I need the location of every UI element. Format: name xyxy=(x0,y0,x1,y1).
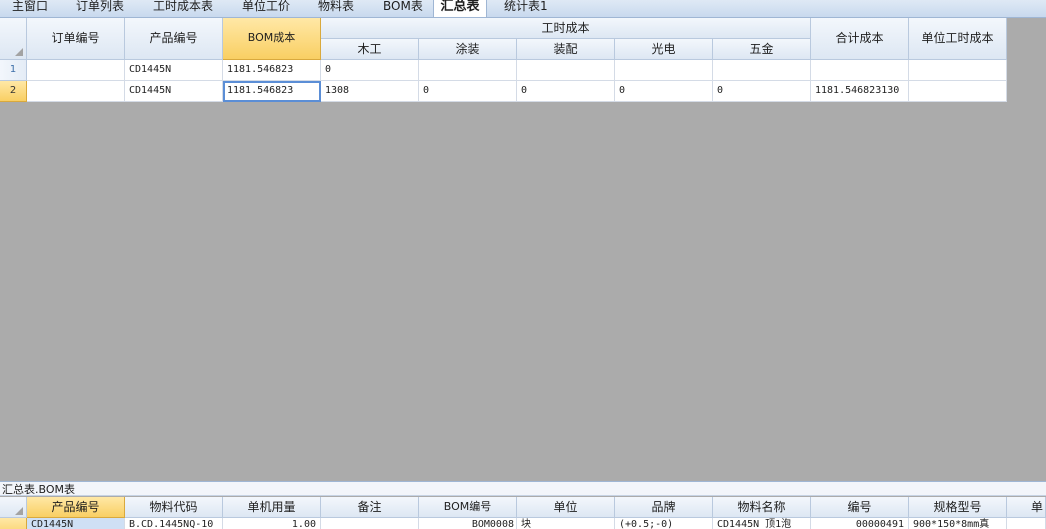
cell-total-cost[interactable]: 1181.546823130 xyxy=(811,81,909,102)
bom-select-all-corner[interactable] xyxy=(0,497,27,518)
tab-material-table[interactable]: 物料表 xyxy=(318,0,354,17)
cell-paint[interactable] xyxy=(419,60,517,81)
col-header-labor-cost-group: 工时成本 xyxy=(321,18,811,39)
bom-col-header-number[interactable]: 编号 xyxy=(811,497,909,518)
col-header-hardware[interactable]: 五金 xyxy=(713,39,811,60)
bom-col-header-unit-usage[interactable]: 单机用量 xyxy=(223,497,321,518)
row-header-2[interactable]: 2 xyxy=(0,81,27,102)
bom-cell-number[interactable]: 00000491 xyxy=(811,518,909,529)
cell-unit-labor-cost[interactable] xyxy=(909,60,1007,81)
col-header-optoelectronic[interactable]: 光电 xyxy=(615,39,713,60)
bom-row-header-1[interactable] xyxy=(0,518,27,529)
col-header-paint[interactable]: 涂装 xyxy=(419,39,517,60)
cell-order-no[interactable] xyxy=(27,60,125,81)
bom-col-header-spec[interactable]: 规格型号 xyxy=(909,497,1007,518)
cell-optoelectronic[interactable] xyxy=(615,60,713,81)
cell-wood[interactable]: 0 xyxy=(321,60,419,81)
col-header-total-cost[interactable]: 合计成本 xyxy=(811,18,909,60)
cell-hardware[interactable]: 0 xyxy=(713,81,811,102)
tab-main-window[interactable]: 主窗口 xyxy=(12,0,48,17)
tab-bom-table[interactable]: BOM表 xyxy=(383,0,423,17)
bom-col-header-unit[interactable]: 单位 xyxy=(517,497,615,518)
bom-col-header-bom-no[interactable]: BOM编号 xyxy=(419,497,517,518)
tab-unit-price[interactable]: 单位工价 xyxy=(242,0,290,17)
cell-wood[interactable]: 1308 xyxy=(321,81,419,102)
tab-summary-table[interactable]: 汇总表 xyxy=(433,0,487,17)
cell-bom-cost[interactable]: 1181.546823 xyxy=(223,60,321,81)
tab-order-list[interactable]: 订单列表 xyxy=(76,0,124,17)
cell-hardware[interactable] xyxy=(713,60,811,81)
cell-bom-cost-active[interactable]: 1181.546823 xyxy=(223,81,321,102)
col-header-assembly[interactable]: 装配 xyxy=(517,39,615,60)
bom-col-header-truncated[interactable]: 单 xyxy=(1007,497,1046,518)
cell-assembly[interactable]: 0 xyxy=(517,81,615,102)
bom-cell-brand[interactable]: (+0.5;-0) xyxy=(615,518,713,529)
tab-statistics-1[interactable]: 统计表1 xyxy=(504,0,548,17)
bom-cell-material-name[interactable]: CD1445N 顶1泡 xyxy=(713,518,811,529)
tab-labor-cost-table[interactable]: 工时成本表 xyxy=(153,0,213,17)
bom-cell-material-code[interactable]: B.CD.1445NQ-10 xyxy=(125,518,223,529)
bom-col-header-brand[interactable]: 品牌 xyxy=(615,497,713,518)
bom-panel-title: 汇总表.BOM表 xyxy=(0,481,1046,496)
bom-col-header-material-name[interactable]: 物料名称 xyxy=(713,497,811,518)
col-header-wood[interactable]: 木工 xyxy=(321,39,419,60)
col-header-product-no[interactable]: 产品编号 xyxy=(125,18,223,60)
col-header-order-no[interactable]: 订单编号 xyxy=(27,18,125,60)
cell-paint[interactable]: 0 xyxy=(419,81,517,102)
bom-col-header-remark[interactable]: 备注 xyxy=(321,497,419,518)
bom-cell-truncated[interactable] xyxy=(1007,518,1046,529)
cell-optoelectronic[interactable]: 0 xyxy=(615,81,713,102)
cell-total-cost[interactable] xyxy=(811,60,909,81)
cell-order-no[interactable] xyxy=(27,81,125,102)
cell-unit-labor-cost[interactable] xyxy=(909,81,1007,102)
col-header-bom-cost[interactable]: BOM成本 xyxy=(223,18,321,60)
cell-assembly[interactable] xyxy=(517,60,615,81)
select-all-corner[interactable] xyxy=(0,18,27,60)
bom-cell-unit-usage[interactable]: 1.00 xyxy=(223,518,321,529)
cell-product-no[interactable]: CD1445N xyxy=(125,81,223,102)
row-header-1[interactable]: 1 xyxy=(0,60,27,81)
bom-cell-product-no[interactable]: CD1445N xyxy=(27,518,125,529)
bom-cell-remark[interactable] xyxy=(321,518,419,529)
bom-col-header-product-no[interactable]: 产品编号 xyxy=(27,497,125,518)
bom-grid: 产品编号 物料代码 单机用量 备注 BOM编号 单位 品牌 物料名称 编号 规格… xyxy=(0,497,1046,529)
bom-cell-spec[interactable]: 900*150*8mm真 xyxy=(909,518,1007,529)
tab-bar: 主窗口 订单列表 工时成本表 单位工价 物料表 BOM表 汇总表 统计表1 xyxy=(0,0,1046,18)
col-header-unit-labor-cost[interactable]: 单位工时成本 xyxy=(909,18,1007,60)
summary-grid: 订单编号 产品编号 BOM成本 工时成本 木工 涂装 装配 光电 五金 合计成本… xyxy=(0,18,1007,102)
cell-product-no[interactable]: CD1445N xyxy=(125,60,223,81)
bom-cell-unit[interactable]: 块 xyxy=(517,518,615,529)
bom-col-header-material-code[interactable]: 物料代码 xyxy=(125,497,223,518)
bom-cell-bom-no[interactable]: BOM0008 xyxy=(419,518,517,529)
